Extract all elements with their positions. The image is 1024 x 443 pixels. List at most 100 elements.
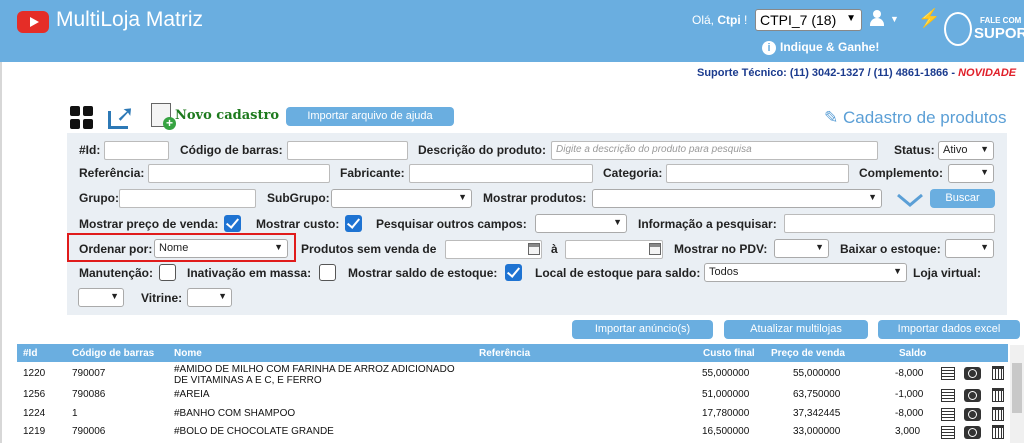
- categoria-input[interactable]: [666, 164, 849, 183]
- col-name[interactable]: Nome: [174, 348, 202, 359]
- mostrar-saldo-label: Mostrar saldo de estoque:: [348, 266, 498, 280]
- list-icon[interactable]: [941, 367, 955, 380]
- col-barcode[interactable]: Código de barras: [72, 348, 154, 359]
- cell-name-line2: DE VITAMINAS A E C, E FERRO: [174, 375, 322, 386]
- buscar-button[interactable]: Buscar: [930, 189, 995, 208]
- cell-saldo: -8,000: [895, 368, 924, 379]
- ordenar-label: Ordenar por:: [79, 242, 153, 256]
- indique-link[interactable]: i Indique & Ganhe!: [762, 40, 879, 55]
- baixar-estoque-select[interactable]: ▼: [945, 239, 994, 258]
- referencia-label: Referência:: [79, 166, 145, 180]
- table-row[interactable]: 1219 790006 #BOLO DE CHOCOLATE GRANDE 16…: [17, 424, 1008, 443]
- camera-icon[interactable]: [964, 389, 981, 402]
- cell-barcode: 790006: [72, 426, 106, 437]
- cell-id: 1224: [23, 408, 46, 419]
- cell-custo: 55,000000: [702, 368, 750, 379]
- grid-view-icon[interactable]: [70, 106, 94, 130]
- col-custo[interactable]: Custo final: [703, 348, 755, 359]
- cell-id: 1256: [23, 389, 46, 400]
- cell-saldo: -1,000: [895, 389, 924, 400]
- informacao-input[interactable]: [784, 214, 995, 233]
- importar-ajuda-button[interactable]: Importar arquivo de ajuda: [286, 107, 454, 126]
- complemento-label: Complemento:: [859, 166, 943, 180]
- col-saldo[interactable]: Saldo: [899, 348, 926, 359]
- fabricante-input[interactable]: [409, 164, 593, 183]
- local-estoque-select[interactable]: Todos ▼: [704, 263, 907, 282]
- complemento-select[interactable]: ▼: [948, 164, 994, 183]
- importar-anuncio-button[interactable]: Importar anúncio(s): [572, 320, 713, 339]
- support-phone-text: Suporte Técnico: (11) 3042-1327 / (11) 4…: [697, 67, 959, 79]
- col-id[interactable]: #Id: [23, 348, 37, 359]
- codigo-barras-input[interactable]: [287, 141, 408, 160]
- chevron-down-icon: ▼: [893, 266, 902, 276]
- bolt-icon[interactable]: ⚡: [918, 8, 940, 29]
- ordenar-select[interactable]: Nome ▼: [154, 239, 288, 258]
- greeting-prefix: Olá,: [692, 13, 715, 27]
- mostrar-custo-checkbox[interactable]: [345, 215, 362, 232]
- camera-icon[interactable]: [964, 367, 981, 380]
- chevron-down-icon: ▼: [458, 192, 467, 202]
- table-row[interactable]: 1256 790086 #AREIA 51,000000 63,750000 -…: [17, 387, 1008, 406]
- table-row[interactable]: 1220 790007 #AMIDO DE MILHO COM FARINHA …: [17, 364, 1008, 388]
- vitrine-select[interactable]: ▼: [187, 288, 232, 307]
- loja-virtual-select[interactable]: ▼: [78, 288, 124, 307]
- status-select[interactable]: Ativo ▼: [938, 141, 994, 160]
- chevron-down-icon: ▼: [980, 144, 989, 154]
- ordenar-select-value: Nome: [159, 242, 189, 254]
- calendar-icon[interactable]: [528, 243, 540, 255]
- new-document-icon[interactable]: +: [151, 103, 176, 130]
- chevron-down-icon: ▼: [868, 192, 877, 202]
- mostrar-custo-label: Mostrar custo:: [256, 217, 340, 231]
- cell-custo: 51,000000: [702, 389, 750, 400]
- mostrar-produtos-select[interactable]: ▼: [592, 189, 882, 208]
- categoria-label: Categoria:: [603, 166, 663, 180]
- cell-custo: 17,780000: [702, 408, 750, 419]
- list-icon[interactable]: [941, 389, 955, 402]
- calendar-icon[interactable]: [649, 243, 661, 255]
- list-icon[interactable]: [941, 408, 955, 421]
- support-button[interactable]: FALE COM SUPORTE: [942, 8, 1024, 54]
- trash-icon[interactable]: [992, 388, 1004, 402]
- importar-excel-button[interactable]: Importar dados excel: [878, 320, 1020, 339]
- manutencao-checkbox[interactable]: [159, 264, 176, 281]
- col-preco[interactable]: Preço de venda: [771, 348, 845, 359]
- atualizar-multilojas-button[interactable]: Atualizar multilojas: [724, 320, 868, 339]
- subgrupo-select[interactable]: ▼: [331, 189, 472, 208]
- novo-cadastro-link[interactable]: Novo cadastro: [175, 108, 279, 123]
- mostrar-preco-label: Mostrar preço de venda:: [79, 217, 219, 231]
- export-icon[interactable]: ➚: [108, 101, 136, 129]
- greeting: Olá, Ctpi !: [692, 13, 747, 27]
- trash-icon[interactable]: [992, 366, 1004, 380]
- mostrar-saldo-checkbox[interactable]: [505, 264, 522, 281]
- trash-icon[interactable]: [992, 407, 1004, 421]
- cell-name: #BANHO COM SHAMPOO: [174, 408, 296, 419]
- page-title: ✎ Cadastro de produtos: [824, 108, 1006, 128]
- indique-label: Indique & Ganhe!: [780, 40, 880, 54]
- referencia-input[interactable]: [148, 164, 330, 183]
- mostrar-pdv-select[interactable]: ▼: [774, 239, 829, 258]
- id-input[interactable]: [104, 141, 169, 160]
- mostrar-preco-checkbox[interactable]: [224, 215, 241, 232]
- page-title-text: Cadastro de produtos: [842, 108, 1007, 127]
- mostrar-pdv-label: Mostrar no PDV:: [674, 242, 768, 256]
- grupo-input[interactable]: [119, 189, 256, 208]
- user-icon[interactable]: [870, 10, 884, 26]
- pesquisar-outros-select[interactable]: ▼: [535, 214, 627, 233]
- table-row[interactable]: 1224 1 #BANHO COM SHAMPOO 17,780000 37,3…: [17, 406, 1008, 425]
- table-header: #Id Código de barras Nome Referência Cus…: [17, 344, 1008, 362]
- store-select[interactable]: CTPI_7 (18) ▼: [755, 9, 862, 31]
- inativacao-checkbox[interactable]: [319, 264, 336, 281]
- camera-icon[interactable]: [964, 426, 981, 439]
- col-referencia[interactable]: Referência: [479, 348, 530, 359]
- cell-name: #AMIDO DE MILHO COM FARINHA DE ARROZ ADI…: [174, 364, 455, 375]
- table-scrollbar[interactable]: [1010, 345, 1024, 443]
- list-icon[interactable]: [941, 426, 955, 439]
- expand-filters-icon[interactable]: [897, 193, 923, 207]
- caret-down-icon[interactable]: ▼: [890, 14, 899, 24]
- camera-icon[interactable]: [964, 408, 981, 421]
- scrollbar-thumb[interactable]: [1012, 363, 1022, 413]
- mostrar-produtos-label: Mostrar produtos:: [483, 191, 587, 205]
- trash-icon[interactable]: [992, 425, 1004, 439]
- descricao-input[interactable]: Digite a descrição do produto para pesqu…: [551, 141, 878, 160]
- app-title: MultiLoja Matriz: [56, 8, 204, 31]
